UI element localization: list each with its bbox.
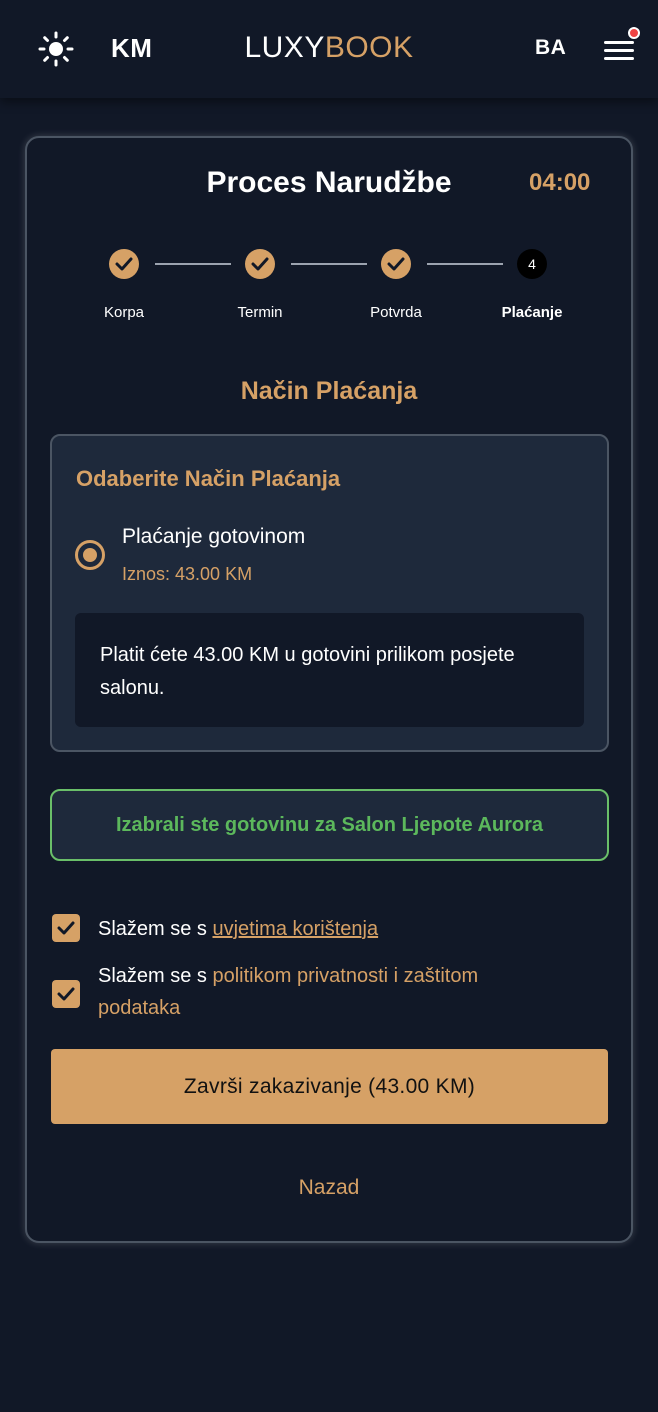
top-navbar: KM LUXYBOOK BA <box>0 0 658 98</box>
payment-method-box: Odaberite Način Plaćanja Plaćanje gotovi… <box>50 434 609 752</box>
step-placanje-number: 4 <box>517 249 547 279</box>
cash-payment-info: Platit ćete 43.00 KM u gotovini prilikom… <box>75 613 584 727</box>
terms-link[interactable]: uvjetima korištenja <box>212 918 378 940</box>
selected-payment-message: Izabrali ste gotovinu za Salon Ljepote A… <box>50 789 609 861</box>
step-connector <box>155 263 231 265</box>
hamburger-menu-icon[interactable] <box>604 27 640 60</box>
countdown-timer: 04:00 <box>529 169 591 196</box>
step-label-termin: Termin <box>237 304 283 321</box>
logo-part-luxy: LUXY <box>244 31 325 64</box>
privacy-label: Slažem se s politikom privatnosti i zašt… <box>98 960 558 1024</box>
order-process-card: Proces Narudžbe 04:00 4 Korpa Termin Pot… <box>25 136 633 1243</box>
complete-booking-button[interactable]: Završi zakazivanje (43.00 KM) <box>51 1049 608 1124</box>
cash-payment-radio[interactable] <box>75 540 105 570</box>
terms-checkbox[interactable] <box>52 914 80 942</box>
privacy-checkbox[interactable] <box>52 980 80 1008</box>
terms-prefix: Slažem se s <box>98 918 213 940</box>
step-label-placanje: Plaćanje <box>501 304 563 321</box>
language-selector[interactable]: BA <box>535 36 566 60</box>
step-label-korpa: Korpa <box>103 304 145 321</box>
step-connector <box>291 263 367 265</box>
payment-box-title: Odaberite Način Plaćanja <box>76 466 341 491</box>
logo-part-book: BOOK <box>324 31 414 64</box>
cash-payment-label[interactable]: Plaćanje gotovinom <box>122 525 305 549</box>
step-label-potvrda: Potvrda <box>370 304 422 321</box>
terms-label: Slažem se s uvjetima korištenja <box>98 913 598 945</box>
section-title-payment: Način Plaćanja <box>240 377 418 405</box>
step-potvrda-check-icon <box>381 249 411 279</box>
back-button[interactable]: Nazad <box>27 1176 631 1200</box>
privacy-prefix: Slažem se s <box>98 965 213 987</box>
step-korpa-check-icon <box>109 249 139 279</box>
notification-dot <box>628 27 640 39</box>
step-connector <box>427 263 503 265</box>
step-termin-check-icon <box>245 249 275 279</box>
cash-payment-amount: Iznos: 43.00 KM <box>122 564 253 584</box>
